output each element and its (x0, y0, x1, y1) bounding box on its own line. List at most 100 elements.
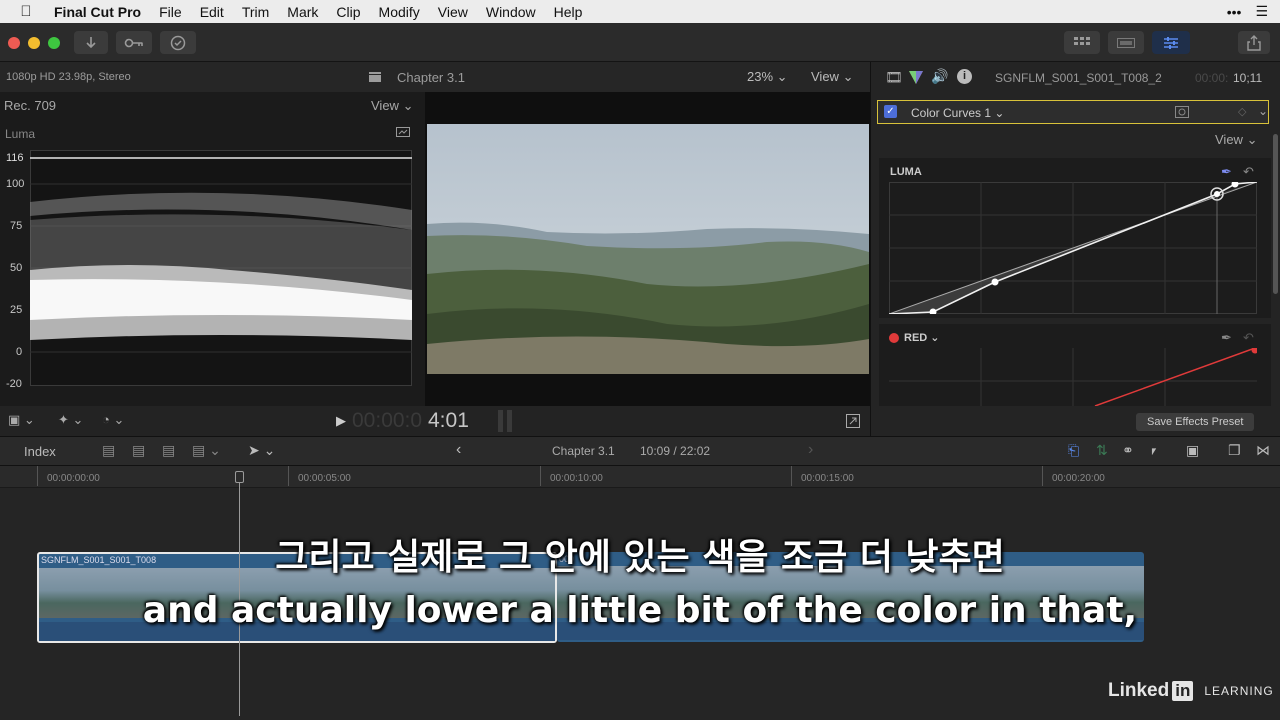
red-curve-panel: RED ⌄ ✒ ↶ (879, 324, 1271, 406)
key-icon (124, 38, 143, 47)
view-options-menu[interactable]: ▣ ⌄ (8, 412, 35, 428)
share-button[interactable] (1238, 31, 1270, 54)
chevron-down-icon: ⌄ (263, 442, 276, 458)
info-icon[interactable]: i (957, 69, 972, 84)
mask-icon[interactable] (1175, 106, 1189, 118)
arrow-pointer-icon: ➤ (248, 442, 260, 458)
index-button[interactable]: Index (24, 444, 56, 459)
audio-skimming-icon[interactable]: ⇅ (1096, 442, 1108, 459)
browser-toggle-button[interactable] (1064, 31, 1100, 54)
chevron-down-icon: ⌄ (930, 332, 940, 344)
scale-116: 116 (6, 152, 24, 164)
enhancements-menu[interactable]: ✦ ⌄ (58, 412, 83, 428)
background-tasks-button[interactable] (160, 31, 196, 54)
chevron-down-icon: ⌄ (842, 69, 854, 84)
audio-meter-right (507, 410, 512, 432)
ruler-mark: 00:00:20:00 (1052, 473, 1105, 484)
inspector-toggle-button[interactable] (1152, 31, 1190, 54)
effect-name: Color Curves 1 (911, 106, 992, 120)
close-window-button[interactable] (8, 37, 20, 49)
scope-settings-icon[interactable] (396, 127, 410, 139)
chevron-down-icon[interactable]: ⌄ (1258, 104, 1268, 118)
more-icon[interactable]: ••• (1227, 4, 1242, 20)
transitions-browser-icon[interactable]: ⋈ (1256, 442, 1270, 459)
effect-enable-checkbox[interactable]: ✓ (884, 105, 897, 118)
chevron-down-icon: ⌄ (402, 98, 414, 113)
retime-menu[interactable]: ◔ ⌄ (102, 412, 124, 428)
effects-browser-icon[interactable]: ❐ (1228, 442, 1241, 459)
tool-menu[interactable]: ➤ ⌄ (248, 442, 275, 459)
curves-view-menu[interactable]: View ⌄ (1215, 132, 1257, 148)
scope-view-menu[interactable]: View ⌄ (371, 98, 413, 114)
save-effects-preset-button[interactable]: Save Effects Preset (1136, 413, 1255, 431)
menu-mark[interactable]: Mark (278, 4, 327, 20)
video-frame[interactable] (427, 124, 869, 374)
subtitle-korean: 그리고 실제로 그 안에 있는 색을 조금 더 낮추면 (275, 537, 1005, 578)
minimize-window-button[interactable] (28, 37, 40, 49)
luma-curve[interactable] (889, 182, 1257, 314)
video-inspector-icon[interactable]: 🎞 (885, 69, 903, 86)
menu-edit[interactable]: Edit (191, 4, 233, 20)
chevron-down-icon: ⌄ (209, 442, 221, 458)
inspector-scrollbar[interactable] (1273, 134, 1278, 294)
viewer-canvas (425, 92, 870, 406)
list-icon[interactable]: ☰ (1255, 3, 1268, 20)
reset-icon[interactable]: ↶ (1243, 164, 1254, 180)
menu-clip[interactable]: Clip (327, 4, 369, 20)
red-curve[interactable] (889, 348, 1257, 406)
connect-clip-icon[interactable]: ▤ (102, 442, 115, 459)
keywords-button[interactable] (116, 31, 152, 54)
zoom-popup[interactable]: 23% ⌄ (747, 69, 788, 85)
import-button[interactable] (74, 31, 108, 54)
timeline-position: 10:09 / 22:02 (640, 444, 711, 458)
viewer-view-menu[interactable]: View ⌄ (811, 69, 853, 85)
luma-label: LUMA (890, 166, 922, 178)
effect-header[interactable]: ✓ Color Curves 1 ⌄ ◇ ⌄ (877, 100, 1269, 124)
clip-appearance-icon[interactable]: ▣ (1186, 442, 1199, 459)
menu-file[interactable]: File (150, 4, 191, 20)
effect-menu[interactable]: Color Curves 1 ⌄ (911, 106, 1004, 120)
window-controls (8, 37, 60, 49)
grid-icon (1074, 36, 1090, 45)
audio-inspector-icon[interactable]: 🔊 (931, 68, 948, 85)
timeline-header: Index ▤ ▤ ▤ ▤ ⌄ ➤ ⌄ ‹ Chapter 3.1 10:09 … (0, 436, 1280, 466)
logo-in: in (1172, 681, 1194, 701)
insert-clip-icon[interactable]: ▤ (132, 442, 145, 459)
viewer-controls: ▣ ⌄ ✦ ⌄ ◔ ⌄ ▶ 00:00:0 4:01 (0, 406, 870, 436)
toolbar (0, 23, 1280, 62)
snapping-icon[interactable]: ⎖ (1148, 442, 1159, 459)
back-arrow-icon[interactable]: ‹ (456, 441, 461, 459)
headphones-icon[interactable]: ⚭ (1122, 442, 1134, 459)
clip-timecode: 10;11 (1233, 71, 1263, 85)
menu-app-name[interactable]: Final Cut Pro (52, 4, 150, 20)
apple-menu-icon[interactable]:  (0, 3, 52, 20)
timeline-ruler[interactable]: 00:00:00:00 00:00:05:00 00:00:10:00 00:0… (0, 466, 1280, 488)
menu-modify[interactable]: Modify (370, 4, 429, 20)
red-channel-menu[interactable]: RED ⌄ (904, 331, 940, 344)
append-clip-icon[interactable]: ▤ (162, 442, 175, 459)
menu-window[interactable]: Window (477, 4, 545, 20)
menu-view[interactable]: View (429, 4, 477, 20)
skimming-icon[interactable]: ⎗ (1068, 442, 1079, 459)
eyedropper-icon[interactable]: ✒ (1221, 330, 1232, 346)
subtitle-english: and actually lower a little bit of the c… (142, 590, 1138, 631)
fullscreen-icon[interactable] (846, 414, 860, 428)
forward-arrow-icon[interactable]: › (808, 441, 813, 459)
viewer-title: Chapter 3.1 (397, 70, 465, 85)
clapper-icon (369, 72, 381, 82)
timecode: 4:01 (428, 409, 469, 432)
menu-help[interactable]: Help (545, 4, 592, 20)
overwrite-clip-menu[interactable]: ▤ ⌄ (192, 442, 221, 459)
color-inspector-icon[interactable] (909, 71, 923, 84)
keyframe-diamond-icon[interactable]: ◇ (1238, 105, 1246, 118)
playhead-handle[interactable] (235, 471, 244, 483)
eyedropper-icon[interactable]: ✒ (1221, 164, 1232, 180)
reset-icon[interactable]: ↶ (1243, 330, 1254, 346)
scale-0: 0 (16, 346, 23, 358)
scope-view-label: View (371, 98, 399, 113)
menu-trim[interactable]: Trim (233, 4, 278, 20)
scale-100: 100 (6, 178, 25, 190)
zoom-window-button[interactable] (48, 37, 60, 49)
timeline-toggle-button[interactable] (1108, 31, 1144, 54)
play-icon[interactable]: ▶ (336, 413, 346, 429)
